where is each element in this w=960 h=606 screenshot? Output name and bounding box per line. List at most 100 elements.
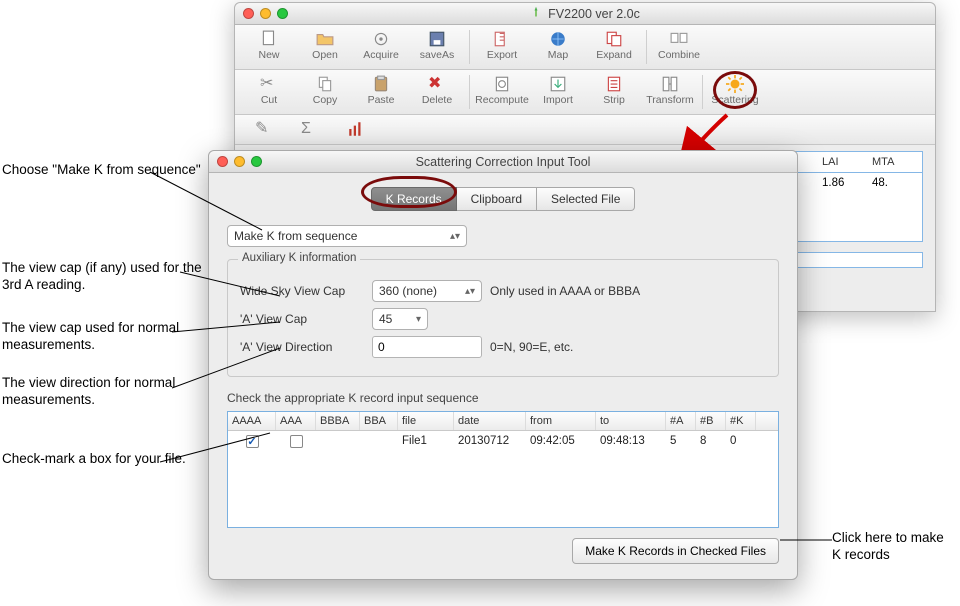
- wide-sky-select[interactable]: 360 (none)▴▾: [372, 280, 482, 302]
- toolbar-label: New: [258, 49, 279, 61]
- tab-clipboard[interactable]: Clipboard: [457, 187, 537, 211]
- zoom-icon[interactable]: [277, 8, 288, 19]
- annotation-1: Choose "Make K from sequence": [2, 162, 201, 179]
- saveas-button[interactable]: saveAs: [409, 29, 465, 65]
- copy-icon: [316, 75, 334, 93]
- toolbar-label: Cut: [261, 94, 277, 106]
- aaa-checkbox[interactable]: [290, 435, 303, 448]
- aaaa-checkbox[interactable]: [246, 435, 259, 448]
- a-dir-note: 0=N, 90=E, etc.: [490, 340, 573, 354]
- acquire-button[interactable]: Acquire: [353, 29, 409, 65]
- a-cap-label: 'A' View Cap: [240, 312, 364, 326]
- minimize-icon[interactable]: [234, 156, 245, 167]
- import-icon: [549, 75, 567, 93]
- export-button[interactable]: Export: [474, 29, 530, 65]
- make-k-records-button[interactable]: Make K Records in Checked Files: [572, 538, 779, 564]
- k-header-cell: from: [526, 412, 596, 430]
- tab-selected-file[interactable]: Selected File: [537, 187, 635, 211]
- tab-k-records[interactable]: K Records: [371, 187, 457, 211]
- toolbar-label: Scattering: [711, 94, 758, 106]
- toolbar-label: Import: [543, 94, 573, 106]
- combine-button[interactable]: Combine: [651, 29, 707, 65]
- cut-button[interactable]: ✂Cut: [241, 74, 297, 110]
- scattering-dialog: Scattering Correction Input Tool K Recor…: [208, 150, 798, 580]
- open-button[interactable]: Open: [297, 29, 353, 65]
- k-header-cell: BBA: [360, 412, 398, 430]
- chevron-updown-icon: ▴▾: [450, 231, 460, 242]
- paste-button[interactable]: Paste: [353, 74, 409, 110]
- toolbar-label: Open: [312, 49, 338, 61]
- annotation-3: The view cap used for normal measurement…: [2, 320, 202, 354]
- main-titlebar: FV2200 ver 2.0c: [235, 3, 935, 25]
- new-button[interactable]: New: [241, 29, 297, 65]
- toolbar-label: Map: [548, 49, 568, 61]
- combine-icon: [670, 30, 688, 48]
- toolbar-label: Transform: [646, 94, 693, 106]
- recompute-icon: [493, 75, 511, 93]
- toolbar-label: Strip: [603, 94, 625, 106]
- close-icon[interactable]: [243, 8, 254, 19]
- minimize-icon[interactable]: [260, 8, 271, 19]
- transform-button[interactable]: Transform: [642, 74, 698, 110]
- annotation-4: The view direction for normal measuremen…: [2, 375, 202, 409]
- toolbar-label: Paste: [368, 94, 395, 106]
- annotation-5: Check-mark a box for your file.: [2, 451, 186, 468]
- a-dir-label: 'A' View Direction: [240, 340, 364, 354]
- import-button[interactable]: Import: [530, 74, 586, 110]
- check-sequence-note: Check the appropriate K record input seq…: [227, 391, 779, 405]
- saveas-icon: [428, 30, 446, 48]
- toolbar-label: Export: [487, 49, 517, 61]
- source-select[interactable]: Make K from sequence ▴▾: [227, 225, 467, 247]
- acquire-icon: [372, 30, 390, 48]
- window-title: FV2200 ver 2.0c: [548, 7, 640, 21]
- wide-sky-label: Wide Sky View Cap: [240, 284, 364, 298]
- a-cap-select[interactable]: 45▾: [372, 308, 428, 330]
- k-header-cell: date: [454, 412, 526, 430]
- k-sequence-table: AAAAAAABBBABBAfiledatefromto#A#B#K File1…: [227, 411, 779, 528]
- toolbar-row-3: ✎ Σ: [235, 115, 935, 145]
- k-header-cell: file: [398, 412, 454, 430]
- app-icon: [530, 6, 542, 21]
- paste-icon: [372, 75, 390, 93]
- chevron-updown-icon: ▴▾: [465, 286, 475, 297]
- delete-icon: ✖: [428, 75, 446, 93]
- dialog-tabs: K Records Clipboard Selected File: [227, 187, 779, 211]
- a-direction-input[interactable]: [372, 336, 482, 358]
- toolbar-label: Copy: [313, 94, 338, 106]
- zoom-icon[interactable]: [251, 156, 262, 167]
- map-button[interactable]: Map: [530, 29, 586, 65]
- aux-k-group: Auxiliary K information Wide Sky View Ca…: [227, 259, 779, 377]
- scattering-button[interactable]: Scattering: [707, 74, 763, 110]
- scattering-icon: [726, 75, 744, 93]
- strip-button[interactable]: Strip: [586, 74, 642, 110]
- cut-icon: ✂: [260, 75, 278, 93]
- expand-icon: [605, 30, 623, 48]
- dialog-titlebar: Scattering Correction Input Tool: [209, 151, 797, 173]
- k-header-cell: #A: [666, 412, 696, 430]
- export-icon: [493, 30, 511, 48]
- k-header-cell: AAAA: [228, 412, 276, 430]
- strip-icon: [605, 75, 623, 93]
- new-icon: [260, 30, 278, 48]
- toolbar-label: Combine: [658, 49, 700, 61]
- k-header-cell: AAA: [276, 412, 316, 430]
- toolbar-label: Expand: [596, 49, 632, 61]
- expand-button[interactable]: Expand: [586, 29, 642, 65]
- toolbar-row-2: ✂Cut Copy Paste ✖Delete Recompute Import Strip…: [235, 70, 935, 115]
- k-header-cell: to: [596, 412, 666, 430]
- dialog-title: Scattering Correction Input Tool: [416, 155, 591, 169]
- toolbar-label: Delete: [422, 94, 452, 106]
- delete-button[interactable]: ✖Delete: [409, 74, 465, 110]
- annotation-2: The view cap (if any) used for the 3rd A…: [2, 260, 202, 294]
- close-icon[interactable]: [217, 156, 228, 167]
- toolbar-label: Recompute: [475, 94, 529, 106]
- toolbar-label: saveAs: [420, 49, 454, 61]
- k-header-cell: BBBA: [316, 412, 360, 430]
- aux-k-legend: Auxiliary K information: [238, 252, 360, 264]
- map-icon: [549, 30, 567, 48]
- open-icon: [316, 30, 334, 48]
- toolbar-label: Acquire: [363, 49, 399, 61]
- copy-button[interactable]: Copy: [297, 74, 353, 110]
- recompute-button[interactable]: Recompute: [474, 74, 530, 110]
- annotation-6: Click here to make K records: [832, 530, 952, 564]
